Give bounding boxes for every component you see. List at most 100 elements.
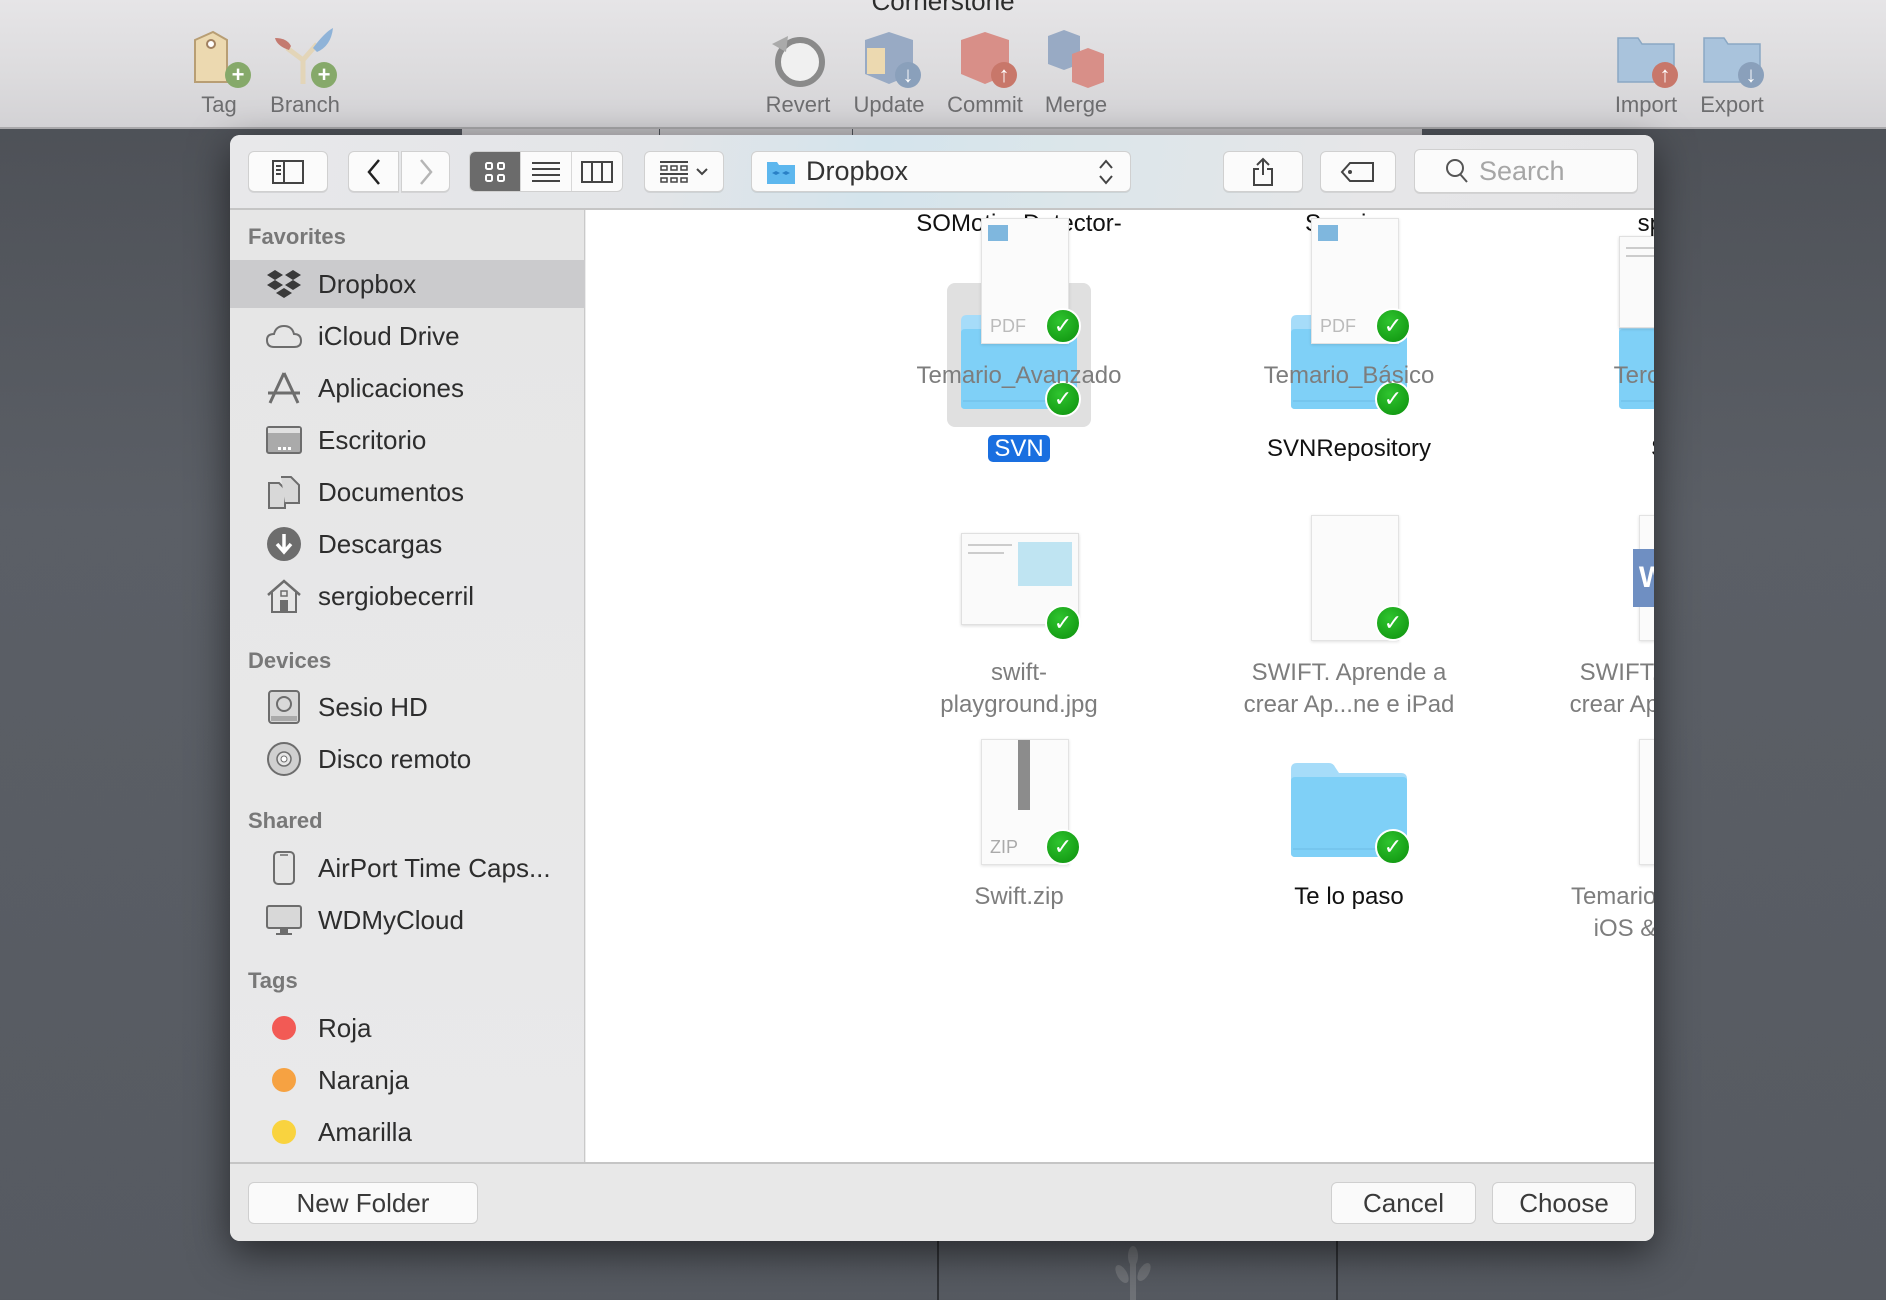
file-name-label: swift-playground.jpg: [940, 659, 1098, 718]
edit-tags-button[interactable]: [1320, 151, 1396, 192]
sidebar-item-descargas[interactable]: Descargas: [230, 520, 585, 568]
sidebar-item-disco-remoto[interactable]: Disco remoto: [230, 735, 585, 783]
sidebar-header-favorites: Favorites: [248, 224, 346, 249]
cancel-button[interactable]: Cancel: [1331, 1182, 1476, 1224]
sidebar-item-airport[interactable]: AirPort Time Caps...: [230, 844, 585, 892]
dialog-footer: New Folder Cancel Choose: [230, 1162, 1654, 1241]
folder-item[interactable]: ✓ Te lo paso: [1199, 731, 1499, 913]
commit-button[interactable]: ↑ Commit: [937, 26, 1033, 118]
sidebar: Favorites Dropbox iCloud Drive Aplicacio…: [230, 210, 585, 1162]
search-icon: [1446, 159, 1468, 183]
toggle-sidebar-button[interactable]: [248, 151, 328, 192]
file-name-label: Swift.zip: [974, 883, 1064, 910]
choose-button[interactable]: Choose: [1492, 1182, 1636, 1224]
sidebar-item-documentos[interactable]: Documentos: [230, 468, 585, 516]
file-name-label: SVN: [869, 433, 1169, 465]
airport-icon: [266, 850, 302, 886]
dialog-toolbar: Dropbox Search: [230, 135, 1654, 210]
revert-button[interactable]: Revert: [750, 26, 846, 118]
file-item[interactable]: PDF ✓ Temario_Avanzado: [869, 210, 1169, 392]
dropbox-folder-icon: [767, 161, 795, 184]
tag-button[interactable]: + Tag: [171, 26, 267, 118]
background-divider: [1336, 1241, 1338, 1300]
sync-check-icon: ✓: [1045, 829, 1081, 865]
export-button[interactable]: ↓ Export: [1684, 26, 1780, 118]
branch-add-icon: +: [273, 26, 337, 90]
file-name-label: SVNRepository: [1266, 435, 1432, 462]
location-label: Dropbox: [806, 156, 909, 186]
sidebar-header-shared: Shared: [248, 808, 323, 833]
sidebar-item-escritorio[interactable]: Escritorio: [230, 416, 585, 464]
tag-color-dot-icon: [266, 1010, 302, 1046]
image-icon: ✓: [1605, 210, 1654, 354]
document-icon: ✓: [1605, 731, 1654, 875]
share-button[interactable]: [1223, 151, 1303, 192]
column-view-button[interactable]: [572, 152, 622, 191]
merge-button[interactable]: Merge: [1028, 26, 1124, 118]
file-item[interactable]: W✓ SWIFT. Aprende acrear Ap...iPad.docx: [1527, 507, 1654, 721]
desktop-icon: [266, 422, 302, 458]
tag-color-dot-icon: [266, 1062, 302, 1098]
update-icon: ↓: [857, 26, 921, 90]
dropbox-icon: [266, 266, 302, 302]
share-icon: [1253, 157, 1273, 186]
sync-check-icon: ✓: [1045, 308, 1081, 344]
sidebar-header-tags: Tags: [248, 968, 298, 993]
pdf-icon: PDF ✓: [947, 210, 1091, 354]
forward-button[interactable]: [401, 151, 450, 192]
import-button[interactable]: ↑ Import: [1598, 26, 1694, 118]
tag-add-icon: +: [187, 26, 251, 90]
file-item[interactable]: ZIP ✓ Swift.zip: [869, 731, 1169, 913]
arrange-button[interactable]: [644, 151, 724, 192]
sidebar-item-sesio-hd[interactable]: Sesio HD: [230, 683, 585, 731]
sidebar-item-home[interactable]: sergiobecerril: [230, 572, 585, 620]
file-item[interactable]: PDF ✓ Temario_Básico: [1199, 210, 1499, 392]
home-icon: [266, 578, 302, 614]
icon-view-button[interactable]: [470, 152, 521, 191]
list-icon: [532, 161, 560, 182]
sync-check-icon: ✓: [1045, 605, 1081, 641]
file-name-label: SWIFT. Aprende a crear Ap...ne e iPad: [1243, 659, 1455, 718]
sidebar-item-dropbox[interactable]: Dropbox: [230, 260, 585, 308]
tag-icon: [1340, 161, 1374, 182]
file-item[interactable]: ✓ swift-playground.jpg: [869, 507, 1169, 721]
file-name-label: Temario_Avanzado: [916, 362, 1122, 389]
grid-icon: [485, 161, 505, 182]
file-item[interactable]: ✓ SWIFT. Aprende a crear Ap...ne e iPad: [1199, 507, 1499, 721]
folder-icon: ✓: [1277, 731, 1421, 875]
updown-chevron-icon: [1099, 158, 1113, 185]
sidebar-item-icloud-drive[interactable]: iCloud Drive: [230, 312, 585, 360]
search-input[interactable]: Search: [1414, 149, 1638, 193]
file-name-label: Swift: [1527, 433, 1654, 465]
update-button[interactable]: ↓ Update: [841, 26, 937, 118]
branch-button[interactable]: + Branch: [257, 26, 353, 118]
sidebar-item-aplicaciones[interactable]: Aplicaciones: [230, 364, 585, 412]
word-icon: W✓: [1605, 507, 1654, 651]
cornerstone-logo-icon: [1108, 1246, 1158, 1300]
pdf-icon: PDF ✓: [1277, 210, 1421, 354]
columns-icon: [581, 160, 613, 183]
revert-icon: [766, 26, 830, 90]
file-name-label: Temario_Básico: [1263, 362, 1435, 389]
file-item[interactable]: ✓ Tercera.png: [1527, 210, 1654, 392]
document-icon: ✓: [1277, 507, 1421, 651]
sync-check-icon: ✓: [1375, 829, 1411, 865]
file-item[interactable]: ✓ Temario Crear AppsiOS & watchOS: [1527, 731, 1654, 945]
search-placeholder: Search: [1479, 155, 1565, 186]
sidebar-item-tag-naranja[interactable]: Naranja: [230, 1056, 585, 1104]
sync-check-icon: ✓: [1375, 308, 1411, 344]
new-folder-button[interactable]: New Folder: [248, 1182, 478, 1224]
sidebar-item-tag-amarilla[interactable]: Amarilla: [230, 1108, 585, 1156]
chevron-down-icon: [696, 167, 708, 175]
file-name-label: Temario Crear AppsiOS & watchOS: [1570, 883, 1654, 942]
view-mode-segmented-control: [469, 151, 623, 192]
file-name-label: Te lo paso: [1294, 883, 1404, 910]
location-popup[interactable]: Dropbox: [751, 151, 1131, 192]
sidebar-item-tag-roja[interactable]: Roja: [230, 1004, 585, 1052]
back-button[interactable]: [348, 151, 399, 192]
list-view-button[interactable]: [521, 152, 572, 191]
sidebar-item-wdmycloud[interactable]: WDMyCloud: [230, 896, 585, 944]
applications-icon: [266, 370, 302, 406]
hard-drive-icon: [266, 689, 302, 725]
file-icon-grid: ✓SOMotionDetector-master✓Spanian✓spinner…: [586, 210, 1654, 1162]
